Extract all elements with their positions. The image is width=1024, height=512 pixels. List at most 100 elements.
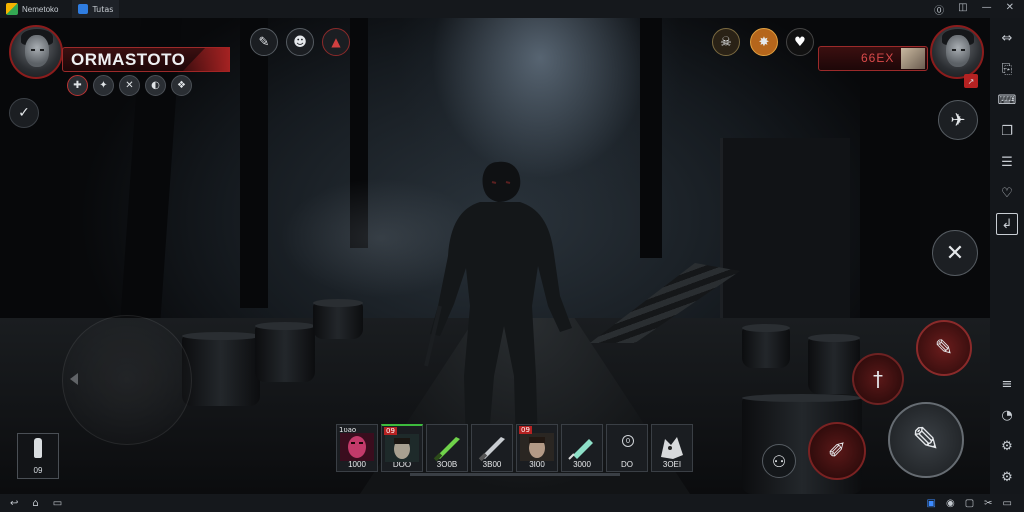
settings-icon[interactable]: ⚙ xyxy=(996,435,1018,457)
barrel xyxy=(182,332,260,406)
zombie-enemy[interactable] xyxy=(420,156,600,456)
mask-icon[interactable]: ☻ xyxy=(286,28,314,56)
cross-icon[interactable]: ✕ xyxy=(119,75,140,96)
slot-top-label: 09 xyxy=(519,426,532,434)
hotbar-slot[interactable]: 3B00 xyxy=(471,424,513,472)
skill-button-1[interactable]: ✎ xyxy=(916,320,972,376)
slot-count: 1000 xyxy=(348,460,366,469)
slot-count: DO xyxy=(621,460,633,469)
location-icon[interactable]: ◉ xyxy=(946,498,955,509)
hotbar-slot[interactable]: 09 3I00 xyxy=(516,424,558,472)
zombie-portrait-icon xyxy=(340,433,374,461)
emulator-bottom-bar: ↩ ⌂ ▭ ▣ ◉ ▢ ✂ ▭ xyxy=(0,494,1024,512)
portrait-eye xyxy=(31,49,35,51)
hotbar-underline xyxy=(410,473,620,476)
shake-icon[interactable]: ♡ xyxy=(996,182,1018,204)
tab-home-icon xyxy=(78,4,89,14)
scissors-icon[interactable]: ✂ xyxy=(984,498,992,509)
emulator-title-bar: Nemetoko Tutas ⓪ ◫ — ✕ xyxy=(0,0,1024,18)
check-icon: ✓ xyxy=(18,105,30,121)
movement-joystick[interactable] xyxy=(62,315,192,445)
crouch-button[interactable]: ⚇ xyxy=(762,444,796,478)
rotate-icon[interactable]: ◔ xyxy=(996,404,1018,426)
minimize-icon[interactable]: — xyxy=(982,2,992,17)
player-portrait[interactable] xyxy=(9,25,63,79)
hotbar-slot[interactable]: 3000 xyxy=(561,424,603,472)
skill-button-2[interactable]: † xyxy=(852,353,904,405)
recents-icon[interactable]: ▭ xyxy=(53,498,62,509)
multi-instance-icon[interactable]: ❐ xyxy=(996,120,1018,142)
syringe-icon xyxy=(568,439,593,460)
record-icon[interactable]: ☰ xyxy=(996,151,1018,173)
hotbar-slot[interactable]: 0 DO xyxy=(606,424,648,472)
info-icon[interactable]: ⚙ xyxy=(996,466,1018,488)
cancel-attack-button[interactable]: ✕ xyxy=(932,230,978,276)
moon-icon[interactable]: ◐ xyxy=(145,75,166,96)
import-icon[interactable]: ↲ xyxy=(996,213,1018,235)
syringe-skill-icon: ✐ xyxy=(827,438,847,464)
bleed-icon[interactable]: ✚ xyxy=(67,75,88,96)
portrait-eye xyxy=(40,49,44,51)
bottle-icon xyxy=(34,438,42,458)
bell-icon[interactable]: ▲ xyxy=(322,28,350,56)
consumable-count: 09 xyxy=(33,466,43,475)
restore-icon[interactable]: ◫ xyxy=(958,2,967,17)
silver-knife-icon xyxy=(478,437,505,461)
back-icon[interactable]: ↩ xyxy=(10,498,18,509)
plus-icon[interactable]: ✦ xyxy=(93,75,114,96)
slot-count: 3000 xyxy=(573,460,591,469)
barrel xyxy=(313,299,363,339)
player-status-row: ✚ ✦ ✕ ◐ ❖ xyxy=(67,75,192,96)
heart-icon[interactable]: ♥ xyxy=(786,28,814,56)
syringe-icon[interactable]: ✎ xyxy=(250,28,278,56)
hotbar: 1ʋao 1000 09 DOO 3O0B 3B00 09 3I00 3000 xyxy=(336,424,693,472)
sprint-button[interactable]: ✈ xyxy=(938,100,978,140)
emulator-sidebar: ⇔ ⎘ ⌨ ❐ ☰ ♡ ↲ ≡ ◔ ⚙ ⚙ xyxy=(990,18,1024,494)
barrel xyxy=(255,322,315,382)
consumable-slot[interactable]: 09 xyxy=(17,433,59,479)
portrait-face xyxy=(946,35,970,67)
tree-trunk xyxy=(640,18,662,258)
paw-icon[interactable]: ❖ xyxy=(171,75,192,96)
bottle-icon: ✎ xyxy=(934,335,954,361)
tree-trunk xyxy=(240,18,268,308)
game-viewport[interactable]: ORMASTOTO ✚ ✦ ✕ ◐ ❖ ✓ ✎ ☻ ▲ ☠ ✸ ♥ 66EX ↗… xyxy=(0,18,990,494)
emulator-tab[interactable]: Tutas xyxy=(72,0,120,18)
shed xyxy=(720,138,850,338)
fullscreen-icon[interactable]: ▭ xyxy=(1003,498,1012,509)
player-name-plate: ORMASTOTO xyxy=(62,47,230,72)
run-icon: ✈ xyxy=(950,109,966,131)
home-icon[interactable]: ⌂ xyxy=(32,498,38,509)
skull-icon[interactable]: ☠ xyxy=(712,28,740,56)
slot-top-label: 09 xyxy=(384,427,397,435)
attack-button[interactable]: ✎ xyxy=(888,402,964,478)
keyboard-icon[interactable]: ▣ xyxy=(927,498,936,509)
target-portrait[interactable] xyxy=(930,25,984,79)
portrait-eye xyxy=(952,49,956,51)
layers-icon[interactable]: ≡ xyxy=(996,373,1018,395)
target-image xyxy=(901,48,925,69)
dagger-icon: † xyxy=(873,367,883,391)
hotbar-slot[interactable]: 3O0B xyxy=(426,424,468,472)
hotbar-slot[interactable]: 09 DOO xyxy=(381,424,423,472)
keymap-icon[interactable]: ⌨ xyxy=(996,89,1018,111)
burst-icon[interactable]: ✸ xyxy=(750,28,778,56)
crouch-icon: ⚇ xyxy=(771,451,787,471)
crossed-blades-icon: ✕ xyxy=(945,240,965,266)
portrait-face xyxy=(25,35,49,67)
screenshot-icon[interactable]: ⎘ xyxy=(996,58,1018,80)
screen-icon[interactable]: ▢ xyxy=(965,498,974,509)
voice-chat-button[interactable]: ✓ xyxy=(9,98,39,128)
man-portrait-icon xyxy=(385,434,419,462)
hotbar-slot[interactable]: 1ʋao 1000 xyxy=(336,424,378,472)
barrel xyxy=(742,324,790,368)
joystick-left-arrow-icon xyxy=(70,373,78,385)
hotbar-slot[interactable]: 3OEI xyxy=(651,424,693,472)
expand-icon[interactable]: ⇔ xyxy=(996,27,1018,49)
slot-count: 3I00 xyxy=(529,460,545,469)
man-portrait-icon xyxy=(520,433,554,461)
slot-top-label: 1ʋao xyxy=(339,426,357,434)
skill-button-3[interactable]: ✐ xyxy=(808,422,866,480)
close-icon[interactable]: ✕ xyxy=(1006,2,1014,17)
help-icon[interactable]: ⓪ xyxy=(934,2,944,17)
